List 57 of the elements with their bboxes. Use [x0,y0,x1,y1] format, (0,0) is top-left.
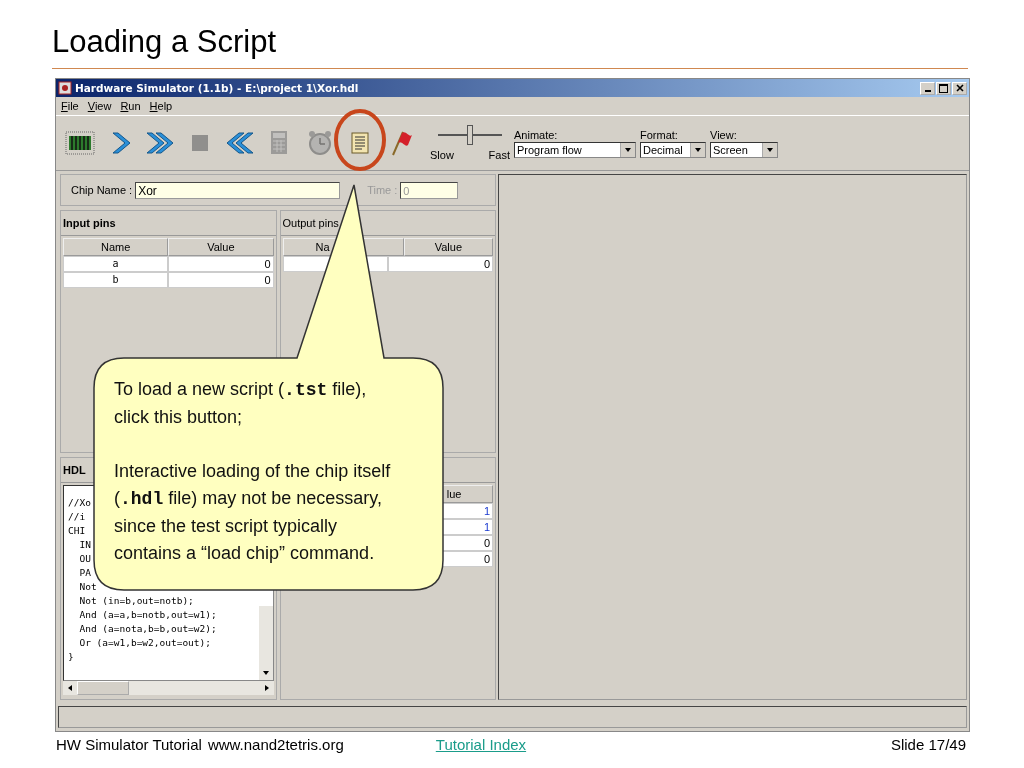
callout-text: To load a new script (.tst file), click this button; [114,378,368,429]
table-cell: 0 [387,256,493,272]
code-line: CHI [68,524,86,538]
panel-title: Output pins [282,217,339,229]
panel-title: Input pins [63,217,116,229]
slide-title: Loading a Script [52,24,277,60]
code-line: Not (in=b,out=notb); [78,594,194,608]
caret-icon [690,142,705,157]
dropdown[interactable]: Screen [710,141,778,158]
vertical-scrollbar[interactable] [258,606,273,680]
code-line: OU [78,552,91,566]
dropdown[interactable]: Decimal [640,141,706,158]
dropdown-label: View: [710,128,738,141]
menu-item[interactable]: View [87,100,112,112]
column-header: Value [403,238,493,256]
slide-number: Slide 17/49 [890,736,966,753]
app-icon [58,81,72,95]
slider-label: Fast [488,149,510,161]
code-line: IN [78,538,91,552]
window-title: Hardware Simulator (1.1b) - E:\project 1\Xor.hdl [75,82,359,94]
caret-icon [620,142,635,157]
column-header: Value [168,238,274,256]
code-line: Not [78,580,97,594]
dropdown-label: Animate: [514,128,559,141]
caret-icon [762,142,777,157]
chip-name-field[interactable]: Xor [135,181,341,199]
table-cell: a [63,256,169,272]
code-line: PA [78,566,91,580]
dropdown[interactable]: Program flow [514,141,636,158]
highlight-ring [333,108,387,172]
table-cell: b [63,272,169,288]
slider-label: Slow [430,149,454,161]
dropdown-label: Format: [640,128,679,141]
panel-title: HDL [63,464,86,476]
table-cell: 0 [168,272,274,288]
menu-item[interactable]: Run [120,100,141,112]
menu-item[interactable]: Help [149,100,173,112]
code-line: Or (a=w1,b=w2,out=out); [78,636,211,650]
code-line: } [68,650,74,664]
field-label: Chip Name : [71,184,133,196]
table-cell: 0 [168,256,274,272]
close-button[interactable] [952,81,967,95]
close-icon [955,84,964,92]
code-line: And (a=a,b=notb,out=w1); [78,608,217,622]
horizontal-scrollbar[interactable] [63,681,274,695]
menu-item[interactable]: File [61,100,79,112]
tutorial-index-link[interactable]: Tutorial Index [435,736,527,753]
footer-text: www.nand2tetris.org [207,736,344,753]
maximize-button[interactable] [936,81,951,95]
code-line: //Xo [68,496,91,510]
column-header: Name [63,238,169,256]
field-label: Time : [367,184,398,196]
code-line: //i [68,510,86,524]
code-line: And (a=nota,b=b,out=w2); [78,622,217,636]
minimize-button[interactable] [920,81,935,95]
footer-text: HW Simulator Tutorial [56,736,202,753]
maximize-icon [939,83,948,93]
